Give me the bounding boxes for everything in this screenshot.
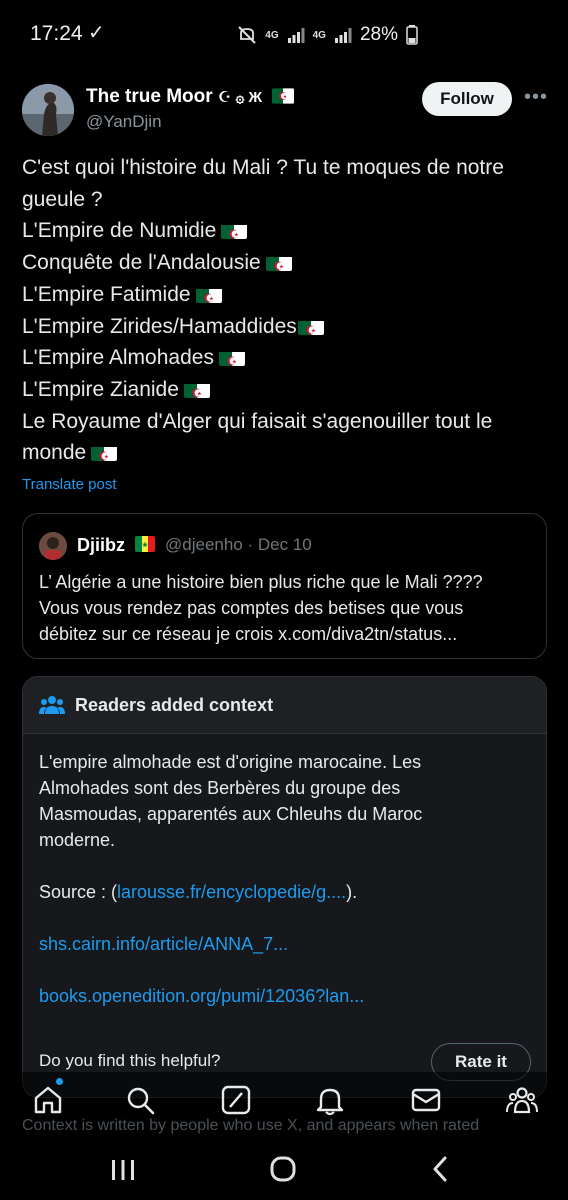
avatar-image	[22, 84, 74, 136]
recents-icon[interactable]	[110, 1158, 136, 1182]
notification-dot	[56, 1078, 63, 1085]
algeria-flag-icon	[91, 443, 118, 462]
note-source: Source : (larousse.fr/encyclopedie/g....…	[39, 882, 358, 902]
community-note: Readers added context L'empire almohade …	[22, 676, 547, 1098]
post-line: L'Empire Zirides/Hamaddides	[22, 311, 547, 343]
post-line: Conquête de l'Andalousie	[22, 247, 547, 279]
note-line: L'empire almohade est d'origine marocain…	[39, 752, 422, 772]
post-line: L'Empire de Numidie	[22, 215, 547, 247]
mute-icon	[238, 26, 256, 44]
quote-text: L’ Algérie a une histoire bien plus rich…	[39, 569, 534, 647]
post-line: Le Royaume d'Alger qui faisait s'agenoui…	[22, 409, 493, 433]
helpful-question: Do you find this helpful?	[39, 1051, 221, 1070]
author-handle[interactable]: @YanDjin	[86, 112, 162, 132]
algeria-flag-icon	[297, 317, 324, 335]
mail-icon[interactable]	[410, 1084, 442, 1116]
post-line: C'est quoi l'histoire du Mali ? Tu te mo…	[22, 156, 504, 179]
note-line: moderne.	[39, 830, 116, 850]
battery-text: 28%	[359, 24, 398, 45]
algeria-flag-icon	[218, 348, 245, 367]
quote-line: débitez sur ce réseau je crois x.com/div…	[39, 624, 458, 644]
network-label-1: 4G	[265, 29, 279, 41]
network-label-2: 4G	[312, 29, 326, 41]
battery-icon	[406, 25, 418, 45]
follow-button[interactable]: Follow	[422, 82, 512, 116]
note-header: Readers added context	[23, 677, 546, 734]
post-line: L'Empire Zianide	[22, 374, 547, 406]
back-icon[interactable]	[430, 1156, 450, 1182]
note-line: Almohades sont des Berbères du groupe de…	[39, 778, 401, 798]
post-line: L'Empire Almohades	[22, 342, 547, 374]
status-bar: 17:24 ✓ 4G 4G 28%	[0, 0, 568, 70]
note-title: Readers added context	[75, 695, 274, 715]
algeria-flag-icon	[183, 380, 210, 398]
source-link-cairn[interactable]: shs.cairn.info/article/ANNA_7...	[39, 931, 529, 957]
android-nav-bar	[0, 1140, 568, 1200]
search-icon[interactable]	[124, 1084, 156, 1116]
author-name-symbols: ☪ ۞ Ж	[217, 89, 263, 106]
source-link-larousse[interactable]: larousse.fr/encyclopedie/g....	[117, 882, 346, 902]
algeria-flag-icon	[221, 221, 248, 240]
post-line: monde	[22, 437, 547, 469]
grok-icon[interactable]	[220, 1084, 252, 1116]
quote-avatar[interactable]	[39, 532, 67, 560]
home-icon[interactable]	[32, 1084, 64, 1116]
signal-icon-2	[334, 28, 352, 43]
post-line: gueule ?	[22, 187, 103, 211]
quoted-post[interactable]: Djiibz @djeenho · Dec 10 L’ Algérie a un…	[22, 513, 547, 659]
source-link-openedition[interactable]: books.openedition.org/pumi/12036?lan...	[39, 983, 529, 1009]
quote-line: L’ Algérie a une histoire bien plus rich…	[39, 572, 483, 592]
translate-post-link[interactable]: Translate post	[22, 476, 117, 493]
post-line: L'Empire Fatimide	[22, 279, 547, 311]
algeria-flag-icon	[265, 253, 292, 272]
bell-icon[interactable]	[314, 1084, 346, 1116]
quote-handle-date: @djeenho · Dec 10	[165, 535, 312, 554]
status-icons: 4G 4G 28%	[237, 24, 418, 46]
context-footer-text: Context is written by people who use X, …	[22, 1117, 480, 1134]
check-icon: ✓	[88, 22, 105, 44]
status-time: 17:24	[30, 22, 83, 45]
author-name[interactable]: The true Moor ☪ ۞ Ж	[86, 86, 295, 108]
people-icon	[39, 696, 65, 714]
quote-line: Vous vous rendez pas comptes des betises…	[39, 598, 464, 618]
quote-author-name[interactable]: Djiibz	[77, 535, 125, 556]
author-avatar[interactable]	[22, 84, 74, 136]
author-name-text: The true Moor	[86, 86, 213, 107]
home-button-icon[interactable]	[270, 1156, 296, 1182]
communities-icon[interactable]	[506, 1084, 538, 1116]
algeria-flag-icon	[195, 285, 222, 303]
note-text: L'empire almohade est d'origine marocain…	[39, 749, 529, 1009]
note-line: Masmoudas, apparentés aux Chleuhs du Mar…	[39, 804, 423, 824]
signal-icon	[287, 28, 305, 43]
more-horizontal-icon[interactable]: •••	[524, 86, 548, 109]
algeria-flag-icon	[272, 88, 295, 104]
senegal-flag-icon	[135, 536, 155, 552]
post-text: C'est quoi l'histoire du Mali ? Tu te mo…	[22, 152, 547, 469]
